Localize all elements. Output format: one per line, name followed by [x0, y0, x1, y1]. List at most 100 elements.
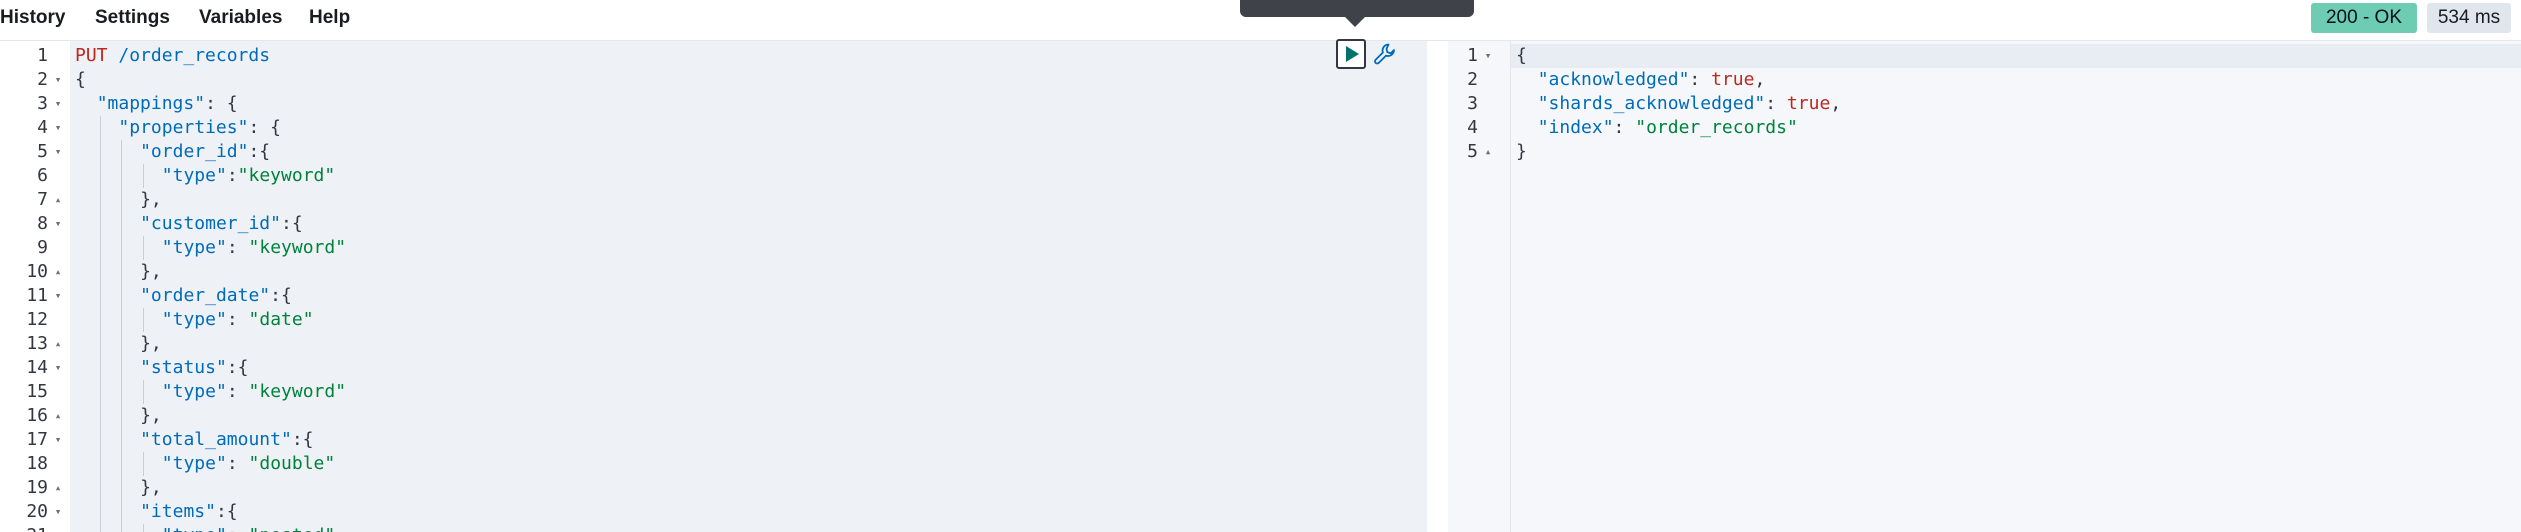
indent-guide: [99, 356, 101, 380]
code-line: },: [140, 404, 162, 428]
fold-open-icon[interactable]: ▾: [52, 92, 64, 116]
code-token: :: [227, 525, 249, 532]
indent-guide: [99, 452, 101, 476]
request-editor[interactable]: 1 2 ▾ 3 ▾ 4 ▾ 5 ▾ 6 7 ▴ 8 ▾ 9 10 ▴ 11 ▾ 12 13 ▴ 14 ▾ 15 16 ▴ 17 ▾ 18 1…: [0, 41, 1427, 532]
code-line: "status":{: [140, 356, 248, 380]
code-line: "type": "keyword": [162, 380, 346, 404]
code-token: :{: [291, 429, 314, 450]
fold-open-icon[interactable]: ▾: [52, 356, 64, 380]
active-line-highlight: [1511, 44, 2521, 68]
indent-guide: [121, 524, 123, 532]
request-code-area[interactable]: PUT /order_records{"mappings": {"propert…: [70, 41, 1427, 532]
indent-guide: [121, 404, 123, 428]
code-token: "type": [161, 165, 227, 186]
code-line: },: [140, 260, 162, 284]
code-token: },: [140, 189, 162, 210]
menu-history[interactable]: History: [0, 5, 65, 31]
code-token: :{: [226, 357, 249, 378]
code-line: },: [140, 332, 162, 356]
indent-guide: [121, 236, 123, 260]
response-code-area[interactable]: {"acknowledged": true, "shards_acknowledg…: [1511, 41, 2521, 532]
request-tools-button[interactable]: [1372, 41, 1398, 67]
fold-open-icon[interactable]: ▾: [52, 428, 64, 452]
fold-open-icon[interactable]: ▾: [52, 212, 64, 236]
line-number: 4: [37, 117, 48, 138]
code-token: {: [1516, 45, 1527, 66]
line-number: 20: [26, 501, 48, 522]
line-number: 1: [1467, 45, 1478, 66]
indent-guide: [99, 428, 101, 452]
fold-open-icon[interactable]: ▾: [1482, 44, 1494, 68]
code-token: "order_records": [1635, 117, 1798, 138]
fold-close-icon[interactable]: ▴: [52, 188, 64, 212]
indent-guide: [99, 236, 101, 260]
code-token: :{: [270, 285, 292, 306]
code-token: "customer_id": [140, 213, 281, 234]
code-token: ,: [1830, 93, 1842, 114]
response-editor[interactable]: 1 ▾ 2 3 4 5 ▴ {"acknowledged": true, "shards_ac…: [1448, 41, 2521, 532]
code-token: PUT: [75, 45, 108, 66]
code-token: :: [1613, 117, 1636, 138]
fold-open-icon[interactable]: ▾: [52, 68, 64, 92]
code-token: "index": [1537, 117, 1614, 138]
code-token: "type": [161, 381, 227, 402]
line-number: 4: [1467, 117, 1478, 138]
code-token: },: [140, 333, 162, 354]
code-token: "shards_acknowledged": [1537, 93, 1766, 114]
menu-variables[interactable]: Variables: [199, 5, 282, 31]
indent-guide: [99, 524, 101, 532]
menu-settings[interactable]: Settings: [95, 5, 170, 31]
code-line: "type": "date": [162, 308, 314, 332]
code-token: /order_records: [107, 45, 271, 66]
fold-open-icon[interactable]: ▾: [52, 284, 64, 308]
code-line: "order_date":{: [140, 284, 292, 308]
indent-guide: [121, 452, 123, 476]
code-token: "type": [162, 525, 227, 532]
code-line: "properties": {: [118, 116, 281, 140]
fold-close-icon[interactable]: ▴: [1482, 140, 1494, 164]
fold-open-icon[interactable]: ▾: [52, 116, 64, 140]
fold-open-icon[interactable]: ▾: [52, 140, 64, 164]
code-token: true: [1711, 69, 1755, 90]
code-token: "status": [140, 357, 227, 378]
fold-close-icon[interactable]: ▴: [52, 404, 64, 428]
pane-resize-handle[interactable]: [1427, 41, 1448, 532]
code-token: }: [1516, 141, 1527, 162]
indent-guide: [99, 332, 101, 356]
tooltip-arrow: [1345, 17, 1365, 27]
line-number: 5: [1467, 141, 1478, 162]
code-token: :: [226, 165, 238, 186]
code-line: {: [75, 68, 86, 92]
send-request-button[interactable]: [1336, 39, 1366, 69]
fold-close-icon[interactable]: ▴: [52, 260, 64, 284]
tooltip: [1240, 0, 1474, 17]
indent-guide: [143, 380, 145, 404]
fold-close-icon[interactable]: ▴: [52, 476, 64, 500]
code-line: },: [140, 188, 162, 212]
indent-guide: [121, 500, 123, 524]
line-number: 2: [37, 69, 48, 90]
code-token: :: [1765, 93, 1787, 114]
code-line: "type":"keyword": [162, 164, 335, 188]
code-token: "keyword": [248, 237, 347, 258]
indent-guide: [143, 236, 145, 260]
code-token: true: [1786, 93, 1831, 114]
line-number: 11: [26, 285, 48, 306]
wrench-icon: [1372, 43, 1398, 71]
code-line: PUT /order_records: [75, 44, 270, 68]
code-token: :: [226, 381, 249, 402]
code-token: :{: [215, 501, 238, 522]
code-line: "type": "nested": [162, 524, 335, 532]
code-token: :{: [280, 213, 303, 234]
code-token: : {: [205, 93, 238, 114]
line-number: 16: [26, 405, 48, 426]
line-number: 12: [26, 309, 48, 330]
fold-open-icon[interactable]: ▾: [52, 500, 64, 524]
code-line: "index": "order_records": [1538, 116, 1798, 140]
menu-help[interactable]: Help: [309, 5, 350, 31]
code-token: "keyword": [248, 381, 347, 402]
fold-close-icon[interactable]: ▴: [52, 332, 64, 356]
code-line: },: [140, 476, 162, 500]
code-token: : {: [248, 117, 281, 138]
code-token: "double": [248, 453, 336, 474]
